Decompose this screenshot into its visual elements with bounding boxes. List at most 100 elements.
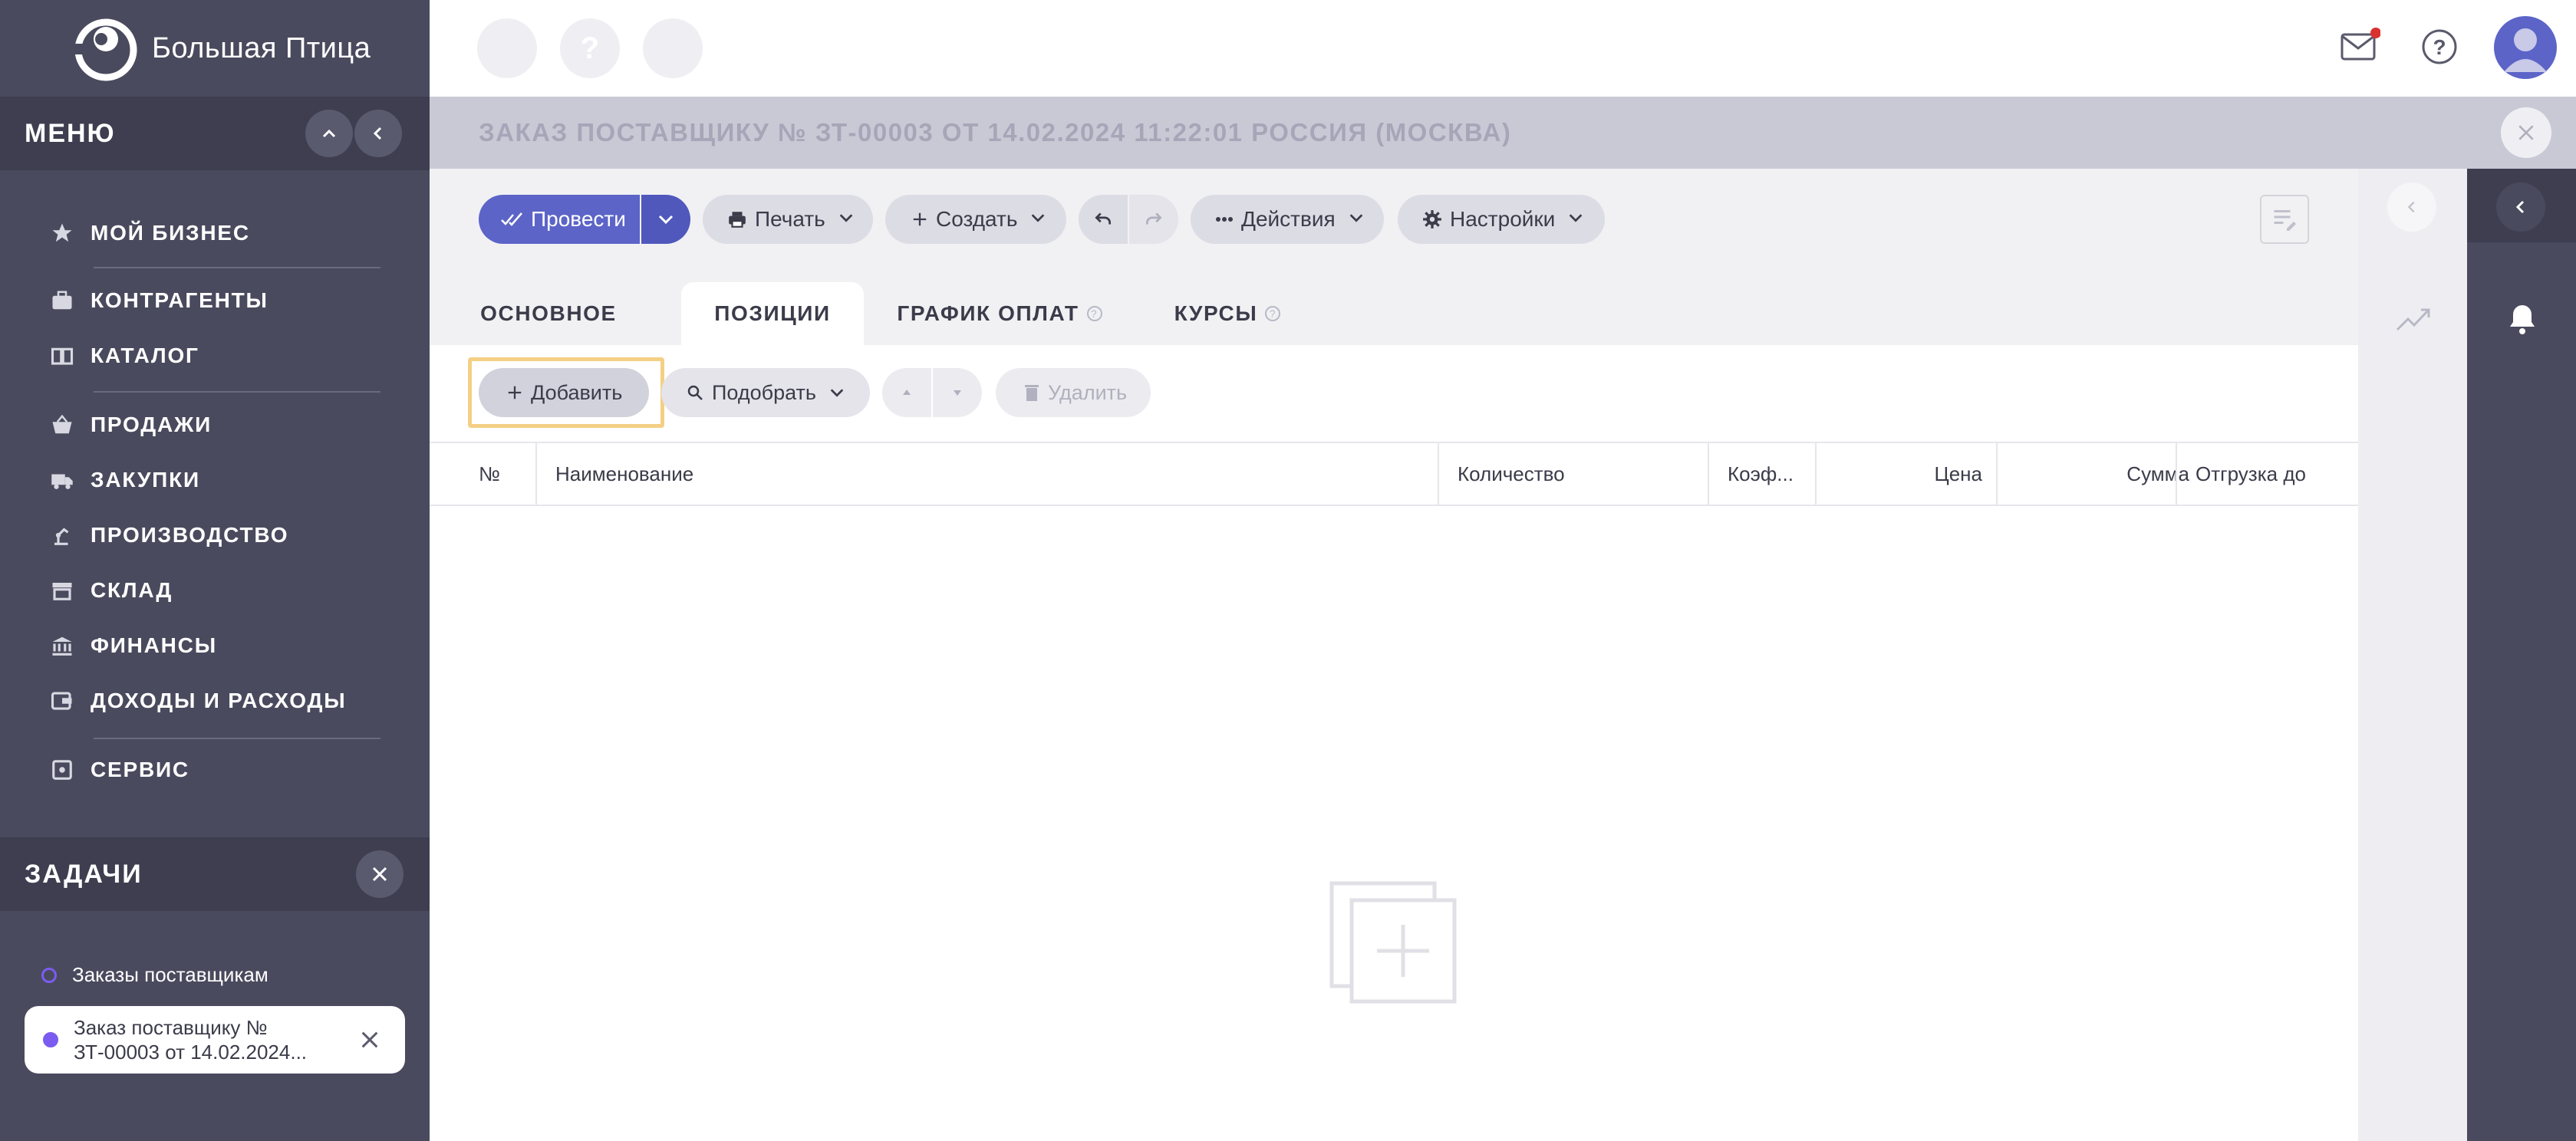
- sidebar-item-service[interactable]: СЕРВИС: [49, 748, 189, 791]
- status-dot: [43, 1032, 58, 1047]
- delete-button[interactable]: Удалить: [996, 368, 1151, 417]
- brand[interactable]: Большая Птица: [0, 0, 430, 97]
- task-card-label: Заказ поставщику № ЗТ-00003 от 14.02.202…: [74, 1016, 308, 1064]
- chevron-left-icon: [373, 127, 382, 140]
- placeholder-button[interactable]: [477, 18, 537, 78]
- collapse-sidebar-button[interactable]: [354, 110, 402, 157]
- side-panel-notifications: [2467, 169, 2576, 1141]
- factory-arm-icon: [49, 522, 75, 548]
- help-placeholder-button[interactable]: ?: [560, 18, 620, 78]
- tasks-title: ЗАДАЧИ: [25, 859, 143, 889]
- sidebar-item-warehouse[interactable]: СКЛАД: [49, 569, 173, 612]
- redo-button[interactable]: [1129, 195, 1178, 244]
- brand-name: Большая Птица: [152, 31, 371, 64]
- settings-button[interactable]: Настройки: [1398, 195, 1605, 244]
- tab-label: ГРАФИК ОПЛАТ: [897, 301, 1079, 325]
- pick-button[interactable]: Подобрать: [661, 368, 870, 417]
- tab-positions[interactable]: ПОЗИЦИИ: [681, 282, 864, 345]
- empty-add-icon[interactable]: [1329, 880, 1459, 1008]
- close-tasks-button[interactable]: [356, 850, 404, 898]
- chevron-down-icon: [1567, 207, 1584, 232]
- column-header-coefficient[interactable]: Коэф...: [1728, 443, 1794, 505]
- print-button[interactable]: Печать: [703, 195, 873, 244]
- sidebar-item-contractors[interactable]: КОНТРАГЕНТЫ: [49, 279, 268, 322]
- trash-icon: [1023, 383, 1040, 402]
- move-up-button[interactable]: [882, 368, 931, 417]
- column-header-ship-by[interactable]: Отгрузка до: [2196, 443, 2306, 505]
- mail-button[interactable]: [2332, 20, 2386, 74]
- column-header-quantity[interactable]: Количество: [1458, 443, 1565, 505]
- star-icon: [49, 220, 75, 246]
- post-dropdown-button[interactable]: [641, 195, 690, 244]
- placeholder-button[interactable]: [643, 18, 703, 78]
- sidebar-item-finance[interactable]: ФИНАНСЫ: [49, 624, 217, 667]
- close-icon: [2518, 125, 2534, 140]
- sidebar-item-income-expenses[interactable]: ДОХОДЫ И РАСХОДЫ: [49, 679, 346, 722]
- tab-label: ОСНОВНОЕ: [480, 301, 617, 325]
- sidebar-item-my-business[interactable]: МОЙ БИЗНЕС: [49, 212, 250, 255]
- post-label: Провести: [531, 207, 626, 231]
- tab-payment-schedule[interactable]: ГРАФИК ОПЛАТ ?: [896, 282, 1103, 345]
- bell-icon[interactable]: [2507, 302, 2538, 340]
- sidebar-item-production[interactable]: ПРОИЗВОДСТВО: [49, 514, 288, 557]
- undo-button[interactable]: [1079, 195, 1128, 244]
- svg-text:?: ?: [581, 31, 599, 65]
- sidebar-item-purchases[interactable]: ЗАКУПКИ: [49, 459, 200, 501]
- tab-label: ПОЗИЦИИ: [714, 301, 831, 325]
- help-button[interactable]: ?: [2413, 20, 2466, 74]
- sidebar-item-label: ФИНАНСЫ: [91, 633, 217, 657]
- document-toolbar: Провести Печать Создать Действия Настрой…: [430, 169, 2358, 268]
- truck-icon: [49, 467, 75, 493]
- create-button[interactable]: Создать: [885, 195, 1066, 244]
- wallet-icon: [49, 688, 75, 714]
- column-divider[interactable]: [2176, 443, 2177, 505]
- sidebar-item-catalog[interactable]: КАТАЛОГ: [49, 334, 199, 377]
- close-document-button[interactable]: [2501, 107, 2551, 158]
- store-icon: [49, 577, 75, 603]
- expand-panel-button[interactable]: [2387, 182, 2436, 232]
- pick-label: Подобрать: [712, 380, 816, 404]
- top-bar: ? ?: [430, 0, 2576, 97]
- positions-table-header: № Наименование Количество Коэф... Цена С…: [430, 442, 2358, 506]
- post-button[interactable]: Провести: [479, 195, 640, 244]
- sidebar-item-label: ЗАКУПКИ: [91, 468, 200, 492]
- column-header-sum[interactable]: Сумма: [1996, 443, 2189, 505]
- column-divider[interactable]: [535, 443, 537, 505]
- info-icon[interactable]: ?: [1086, 306, 1102, 321]
- column-divider[interactable]: [1708, 443, 1709, 505]
- side-panel-analytics: [2358, 169, 2467, 1141]
- close-icon[interactable]: [359, 1029, 380, 1054]
- collapse-up-button[interactable]: [305, 110, 353, 157]
- column-header-price[interactable]: Цена: [1815, 443, 1982, 505]
- chevron-left-icon: [2515, 200, 2525, 214]
- info-icon[interactable]: ?: [1265, 306, 1281, 321]
- add-button[interactable]: Добавить: [479, 368, 649, 417]
- trend-chart-icon[interactable]: [2395, 304, 2432, 338]
- delete-label: Удалить: [1048, 380, 1128, 404]
- add-label: Добавить: [531, 380, 623, 404]
- document-tabs: ОСНОВНОЕ ПОЗИЦИИ ГРАФИК ОПЛАТ ? КУРСЫ ?: [430, 268, 2358, 345]
- tab-main[interactable]: ОСНОВНОЕ: [468, 282, 629, 345]
- column-header-number[interactable]: №: [479, 443, 500, 505]
- print-label: Печать: [755, 207, 825, 231]
- tab-rates[interactable]: КУРСЫ ?: [1158, 282, 1296, 345]
- expand-notifications-button[interactable]: [2496, 182, 2545, 232]
- task-card-current[interactable]: Заказ поставщику № ЗТ-00003 от 14.02.202…: [25, 1006, 405, 1074]
- divider: [94, 738, 380, 739]
- task-link-label: Заказы поставщикам: [72, 963, 268, 986]
- actions-button[interactable]: Действия: [1191, 195, 1384, 244]
- column-header-name[interactable]: Наименование: [555, 443, 693, 505]
- gear-icon: [1422, 209, 1442, 229]
- move-down-button[interactable]: [933, 368, 982, 417]
- column-divider[interactable]: [1438, 443, 1439, 505]
- edit-comment-button[interactable]: [2260, 195, 2309, 244]
- task-link-supplier-orders[interactable]: Заказы поставщикам: [41, 963, 268, 987]
- menu-title: МЕНЮ: [25, 118, 116, 148]
- sidebar-item-sales[interactable]: ПРОДАЖИ: [49, 403, 212, 446]
- chevron-down-icon: [828, 384, 845, 401]
- user-avatar-icon: [2494, 16, 2557, 79]
- menu-header: МЕНЮ: [0, 97, 430, 170]
- tab-label: КУРСЫ: [1174, 301, 1258, 325]
- svg-text:?: ?: [2433, 35, 2446, 59]
- avatar[interactable]: [2493, 15, 2558, 80]
